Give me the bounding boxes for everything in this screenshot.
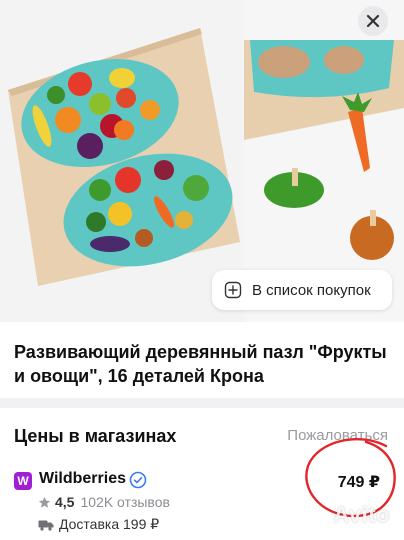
- shop-name[interactable]: Wildberries: [39, 470, 126, 488]
- delivery-row: Доставка 199 ₽: [38, 516, 159, 533]
- add-to-shopping-list-label: В список покупок: [252, 281, 371, 299]
- delivery-text: Доставка 199 ₽: [59, 516, 160, 532]
- rating-value: 4,5: [55, 494, 75, 510]
- shop-logo: W: [14, 472, 32, 490]
- rating-row: 4,5 102K отзывов: [38, 494, 170, 510]
- truck-icon: [38, 520, 54, 531]
- section-divider: [0, 398, 404, 408]
- watermark: Avito: [333, 502, 390, 527]
- puzzle-board-image: [0, 0, 242, 322]
- close-icon: [366, 14, 380, 28]
- product-title: Развивающий деревянный пазл "Фрукты и ов…: [14, 342, 387, 386]
- prices-heading: Цены в магазинах: [14, 426, 177, 446]
- close-button[interactable]: [358, 6, 388, 36]
- star-icon: [38, 496, 51, 508]
- add-to-shopping-list-button[interactable]: В список покупок: [212, 270, 392, 310]
- plus-square-icon: [224, 281, 242, 299]
- product-photo-main[interactable]: [0, 0, 242, 322]
- verified-icon: [129, 471, 147, 489]
- reviews-count: 102K отзывов: [80, 494, 170, 510]
- image-gallery[interactable]: В список покупок: [0, 0, 404, 322]
- product-title-card: Развивающий деревянный пазл "Фрукты и ов…: [0, 322, 404, 398]
